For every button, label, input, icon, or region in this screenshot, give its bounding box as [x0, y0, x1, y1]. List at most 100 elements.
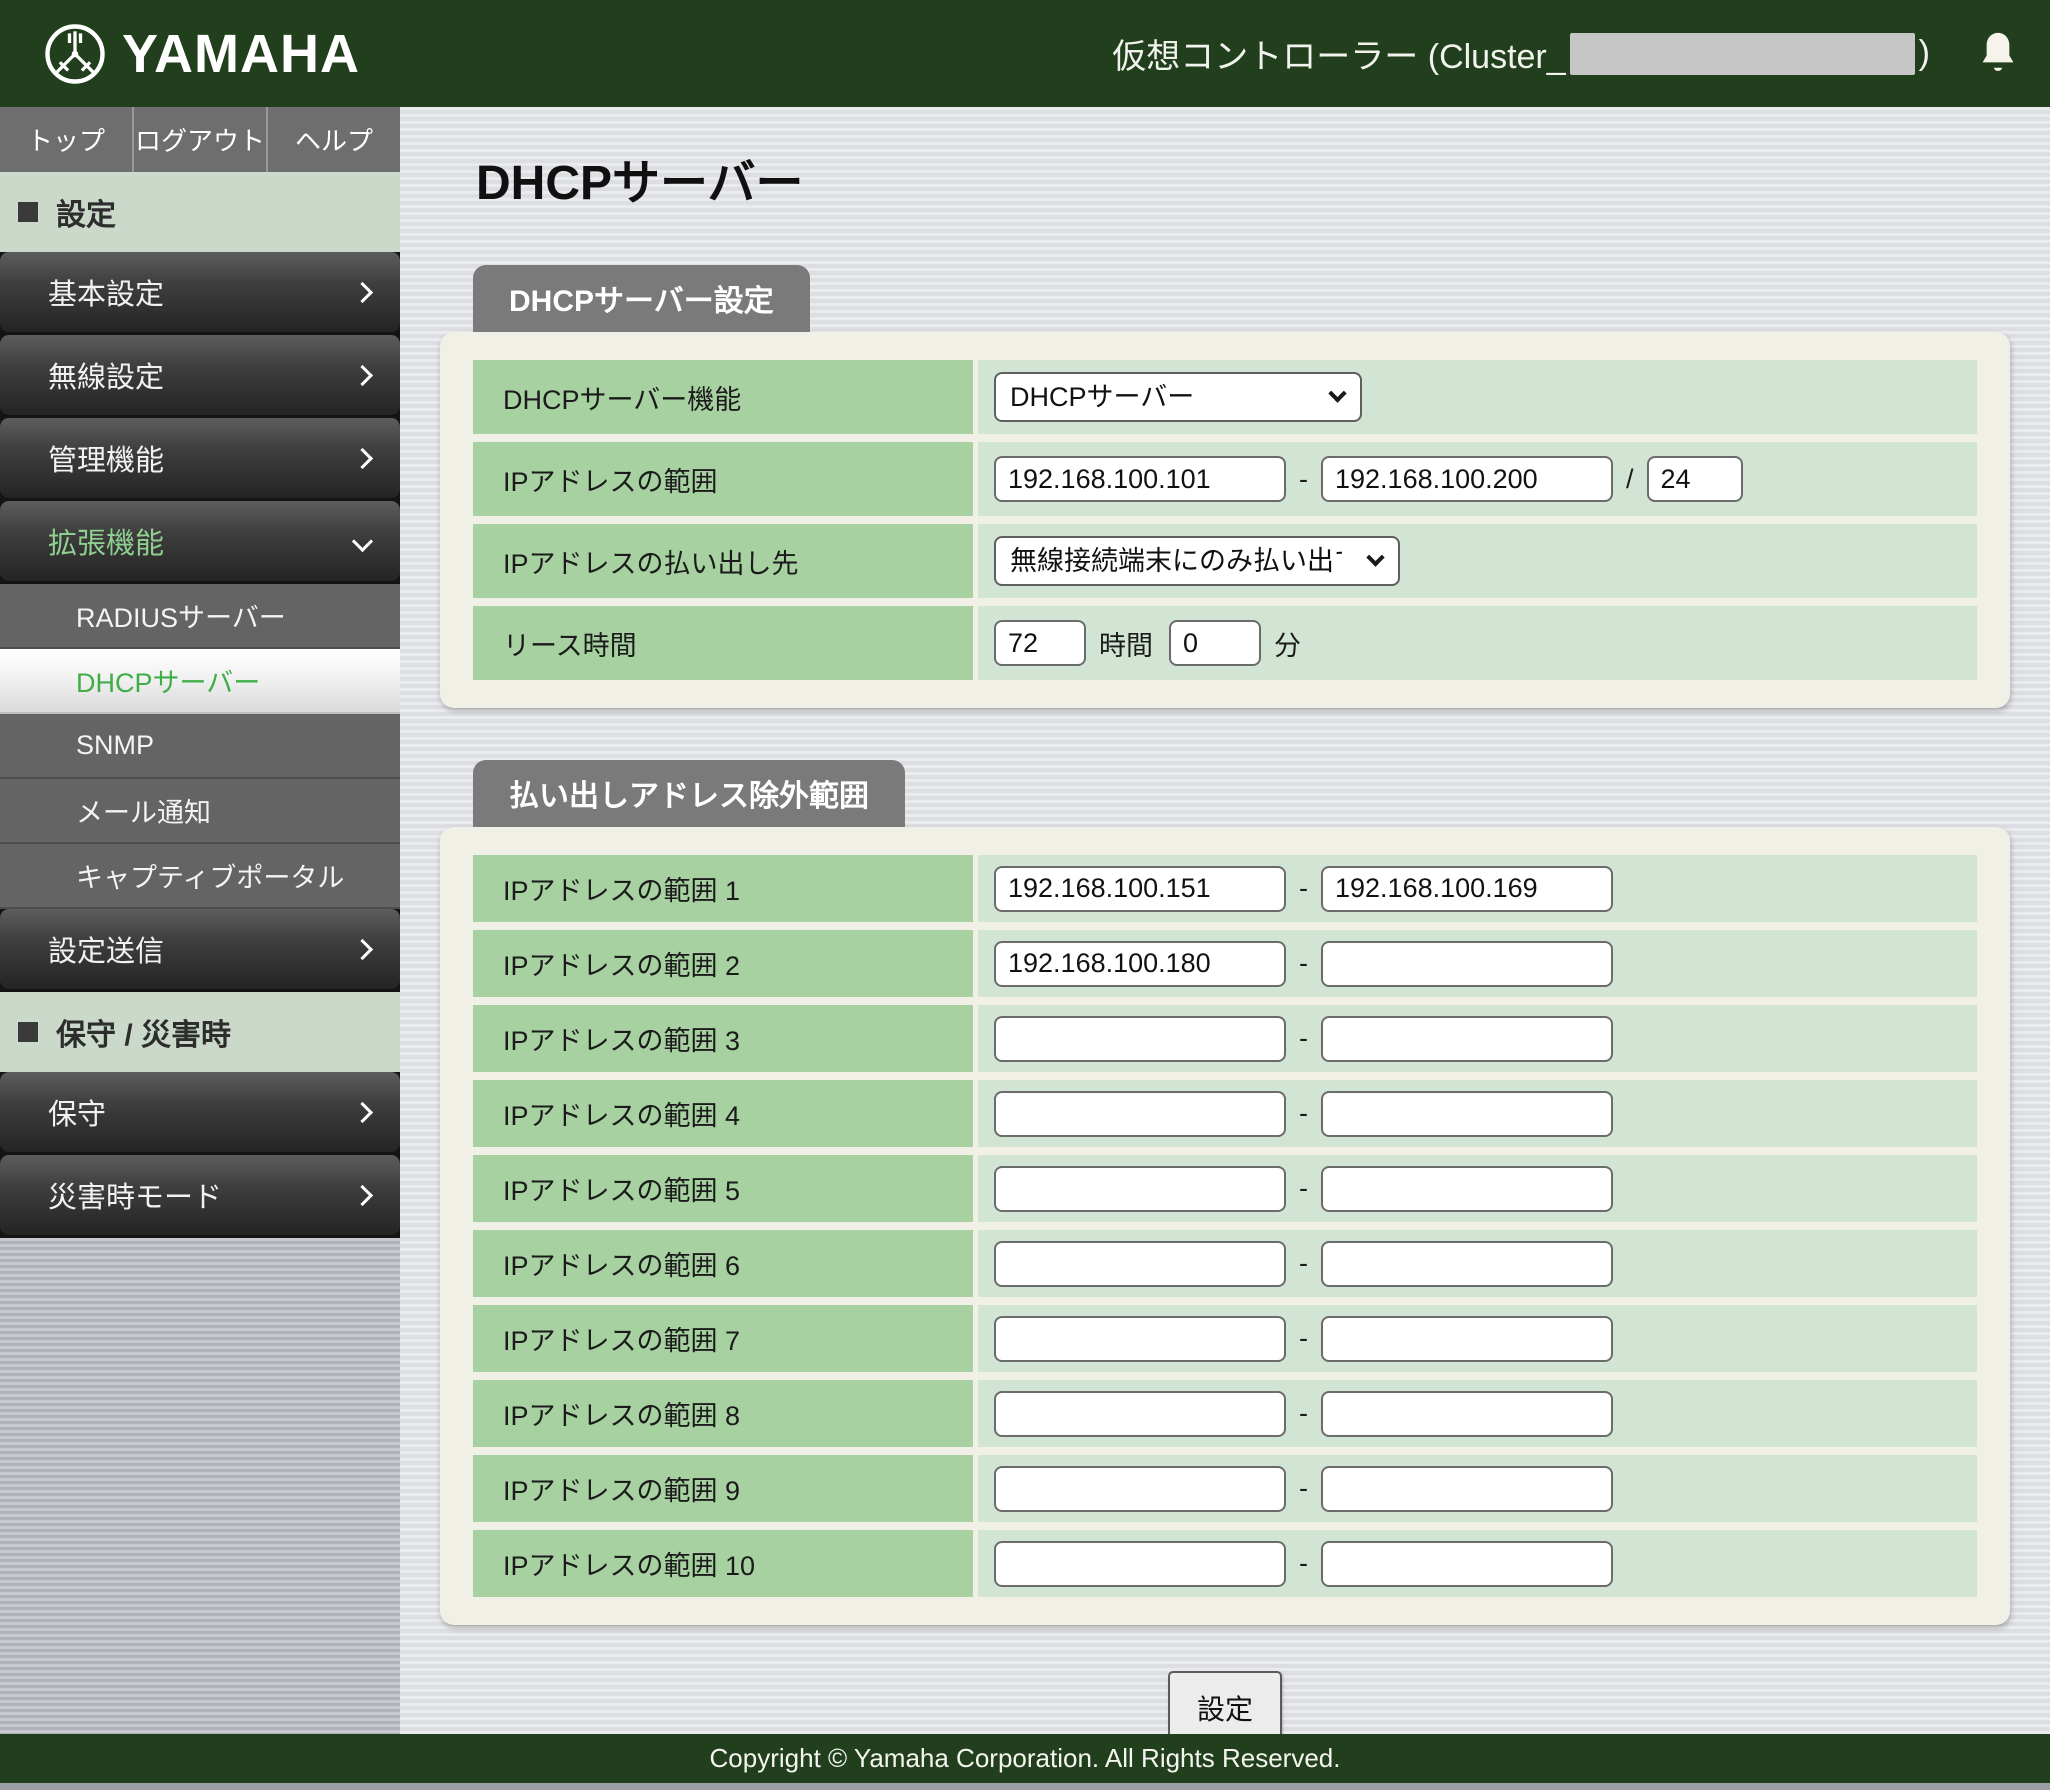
row-label: IPアドレスの範囲 6 — [473, 1230, 973, 1297]
exclusion-end-input[interactable] — [1321, 1316, 1613, 1362]
square-bullet-icon — [18, 202, 38, 222]
row-label: IPアドレスの範囲 5 — [473, 1155, 973, 1222]
row-label: IPアドレスの範囲 3 — [473, 1005, 973, 1072]
row-label: IPアドレスの範囲 — [473, 442, 973, 516]
exclusion-start-input[interactable] — [994, 1541, 1286, 1587]
prefix-slash: / — [1626, 464, 1634, 495]
sidebar-item-config-send[interactable]: 設定送信 — [0, 909, 400, 989]
exclusion-start-input[interactable] — [994, 1391, 1286, 1437]
brand-wordmark: YAMAHA — [122, 23, 360, 85]
sidebar-item-label: 基本設定 — [48, 271, 164, 313]
exclusion-start-input[interactable] — [994, 1166, 1286, 1212]
redacted-cluster-name — [1570, 33, 1915, 75]
row-value: - — [978, 930, 1977, 997]
dhcp-function-select[interactable]: DHCPサーバー — [994, 372, 1362, 422]
sidebar-section-settings-label: 設定 — [56, 190, 116, 234]
table-row-exclusion-1: IPアドレスの範囲 1 - — [473, 855, 1977, 922]
footer: Copyright © Yamaha Corporation. All Righ… — [0, 1734, 2050, 1790]
exclusion-end-input[interactable] — [1321, 941, 1613, 987]
exclusion-end-input[interactable] — [1321, 1466, 1613, 1512]
table-row-exclusion-5: IPアドレスの範囲 5 - — [473, 1155, 1977, 1222]
range-separator: - — [1299, 1098, 1308, 1129]
exclusion-start-input[interactable] — [994, 1091, 1286, 1137]
yamaha-logo: YAMAHA — [42, 21, 360, 87]
bell-icon[interactable] — [1976, 30, 2020, 78]
sidebar-subitem-radius-server[interactable]: RADIUSサーバー — [0, 584, 400, 649]
ip-range-start-input[interactable] — [994, 456, 1286, 502]
lease-minutes-input[interactable] — [1169, 620, 1261, 666]
row-value: - — [978, 1380, 1977, 1447]
minutes-unit-label: 分 — [1274, 624, 1301, 663]
exclusion-start-input[interactable] — [994, 1241, 1286, 1287]
row-value: - — [978, 1155, 1977, 1222]
sidebar-item-wireless-settings[interactable]: 無線設定 — [0, 335, 400, 415]
exclusion-start-input[interactable] — [994, 1466, 1286, 1512]
range-separator: - — [1299, 948, 1308, 979]
sidebar-item-label: 設定送信 — [48, 928, 164, 970]
exclusion-end-input[interactable] — [1321, 1091, 1613, 1137]
sidebar-subitem-mail-notification[interactable]: メール通知 — [0, 779, 400, 844]
chevron-down-icon — [352, 530, 373, 551]
sidebar-subitem-label: メール通知 — [76, 791, 211, 830]
exclusion-end-input[interactable] — [1321, 1391, 1613, 1437]
exclusion-end-input[interactable] — [1321, 1241, 1613, 1287]
exclusion-end-input[interactable] — [1321, 1016, 1613, 1062]
prefix-length-input[interactable] — [1647, 456, 1743, 502]
chevron-right-icon — [352, 1184, 373, 1205]
sidebar-subitem-dhcp-server[interactable]: DHCPサーバー — [0, 649, 400, 714]
chevron-right-icon — [352, 364, 373, 385]
range-separator: - — [1299, 873, 1308, 904]
main-content: DHCPサーバー DHCPサーバー設定 DHCPサーバー機能 DHCPサーバー — [400, 107, 2050, 1734]
topnav-help-button[interactable]: ヘルプ — [268, 107, 400, 172]
tab-dhcp-server-settings: DHCPサーバー設定 — [473, 265, 810, 332]
dhcp-settings-panel: DHCPサーバー機能 DHCPサーバー IPアドレスの範囲 — [440, 332, 2010, 708]
assign-target-select[interactable]: 無線接続端末にのみ払い出す — [994, 536, 1400, 586]
topnav-top-button[interactable]: トップ — [0, 107, 134, 172]
table-row-exclusion-3: IPアドレスの範囲 3 - — [473, 1005, 1977, 1072]
app-window: YAMAHA 仮想コントローラー (Cluster_ ) トップ ログアウト ヘ — [0, 0, 2050, 1790]
sidebar-item-maintenance[interactable]: 保守 — [0, 1072, 400, 1152]
topnav-logout-button[interactable]: ログアウト — [134, 107, 268, 172]
row-value: DHCPサーバー — [978, 360, 1977, 434]
sidebar-subitem-label: キャプティブポータル — [76, 856, 344, 895]
range-separator: - — [1299, 1173, 1308, 1204]
lease-hours-input[interactable] — [994, 620, 1086, 666]
table-row-exclusion-4: IPアドレスの範囲 4 - — [473, 1080, 1977, 1147]
row-value: - — [978, 855, 1977, 922]
table-row-dhcp-function: DHCPサーバー機能 DHCPサーバー — [473, 360, 1977, 434]
row-label: IPアドレスの範囲 1 — [473, 855, 973, 922]
sidebar-subitem-snmp[interactable]: SNMP — [0, 714, 400, 779]
page-title: DHCPサーバー — [476, 143, 2010, 213]
row-label: リース時間 — [473, 606, 973, 680]
sidebar-item-disaster-mode[interactable]: 災害時モード — [0, 1155, 400, 1235]
row-value: - — [978, 1005, 1977, 1072]
table-row-exclusion-7: IPアドレスの範囲 7 - — [473, 1305, 1977, 1372]
row-label: IPアドレスの範囲 7 — [473, 1305, 973, 1372]
topnav: トップ ログアウト ヘルプ — [0, 107, 400, 172]
exclusion-end-input[interactable] — [1321, 1166, 1613, 1212]
exclusion-start-input[interactable] — [994, 1016, 1286, 1062]
ip-range-end-input[interactable] — [1321, 456, 1613, 502]
submit-settings-button[interactable]: 設定 — [1168, 1671, 1282, 1734]
sidebar-subitem-captive-portal[interactable]: キャプティブポータル — [0, 844, 400, 909]
exclusion-end-input[interactable] — [1321, 1541, 1613, 1587]
row-value: - — [978, 1455, 1977, 1522]
range-separator: - — [1299, 1548, 1308, 1579]
table-row-exclusion-9: IPアドレスの範囲 9 - — [473, 1455, 1977, 1522]
sidebar-item-management[interactable]: 管理機能 — [0, 418, 400, 498]
table-row-exclusion-8: IPアドレスの範囲 8 - — [473, 1380, 1977, 1447]
exclusion-start-input[interactable] — [994, 1316, 1286, 1362]
sidebar-item-label: 無線設定 — [48, 354, 164, 396]
exclusion-start-input[interactable] — [994, 866, 1286, 912]
row-label: IPアドレスの範囲 4 — [473, 1080, 973, 1147]
row-label: IPアドレスの範囲 10 — [473, 1530, 973, 1597]
exclusion-end-input[interactable] — [1321, 866, 1613, 912]
table-row-exclusion-6: IPアドレスの範囲 6 - — [473, 1230, 1977, 1297]
sidebar-item-extended-functions[interactable]: 拡張機能 — [0, 501, 400, 581]
row-label: IPアドレスの払い出し先 — [473, 524, 973, 598]
chevron-right-icon — [352, 281, 373, 302]
exclusion-start-input[interactable] — [994, 941, 1286, 987]
row-value: - — [978, 1230, 1977, 1297]
row-value: 時間 分 — [978, 606, 1977, 680]
sidebar-item-basic-settings[interactable]: 基本設定 — [0, 252, 400, 332]
